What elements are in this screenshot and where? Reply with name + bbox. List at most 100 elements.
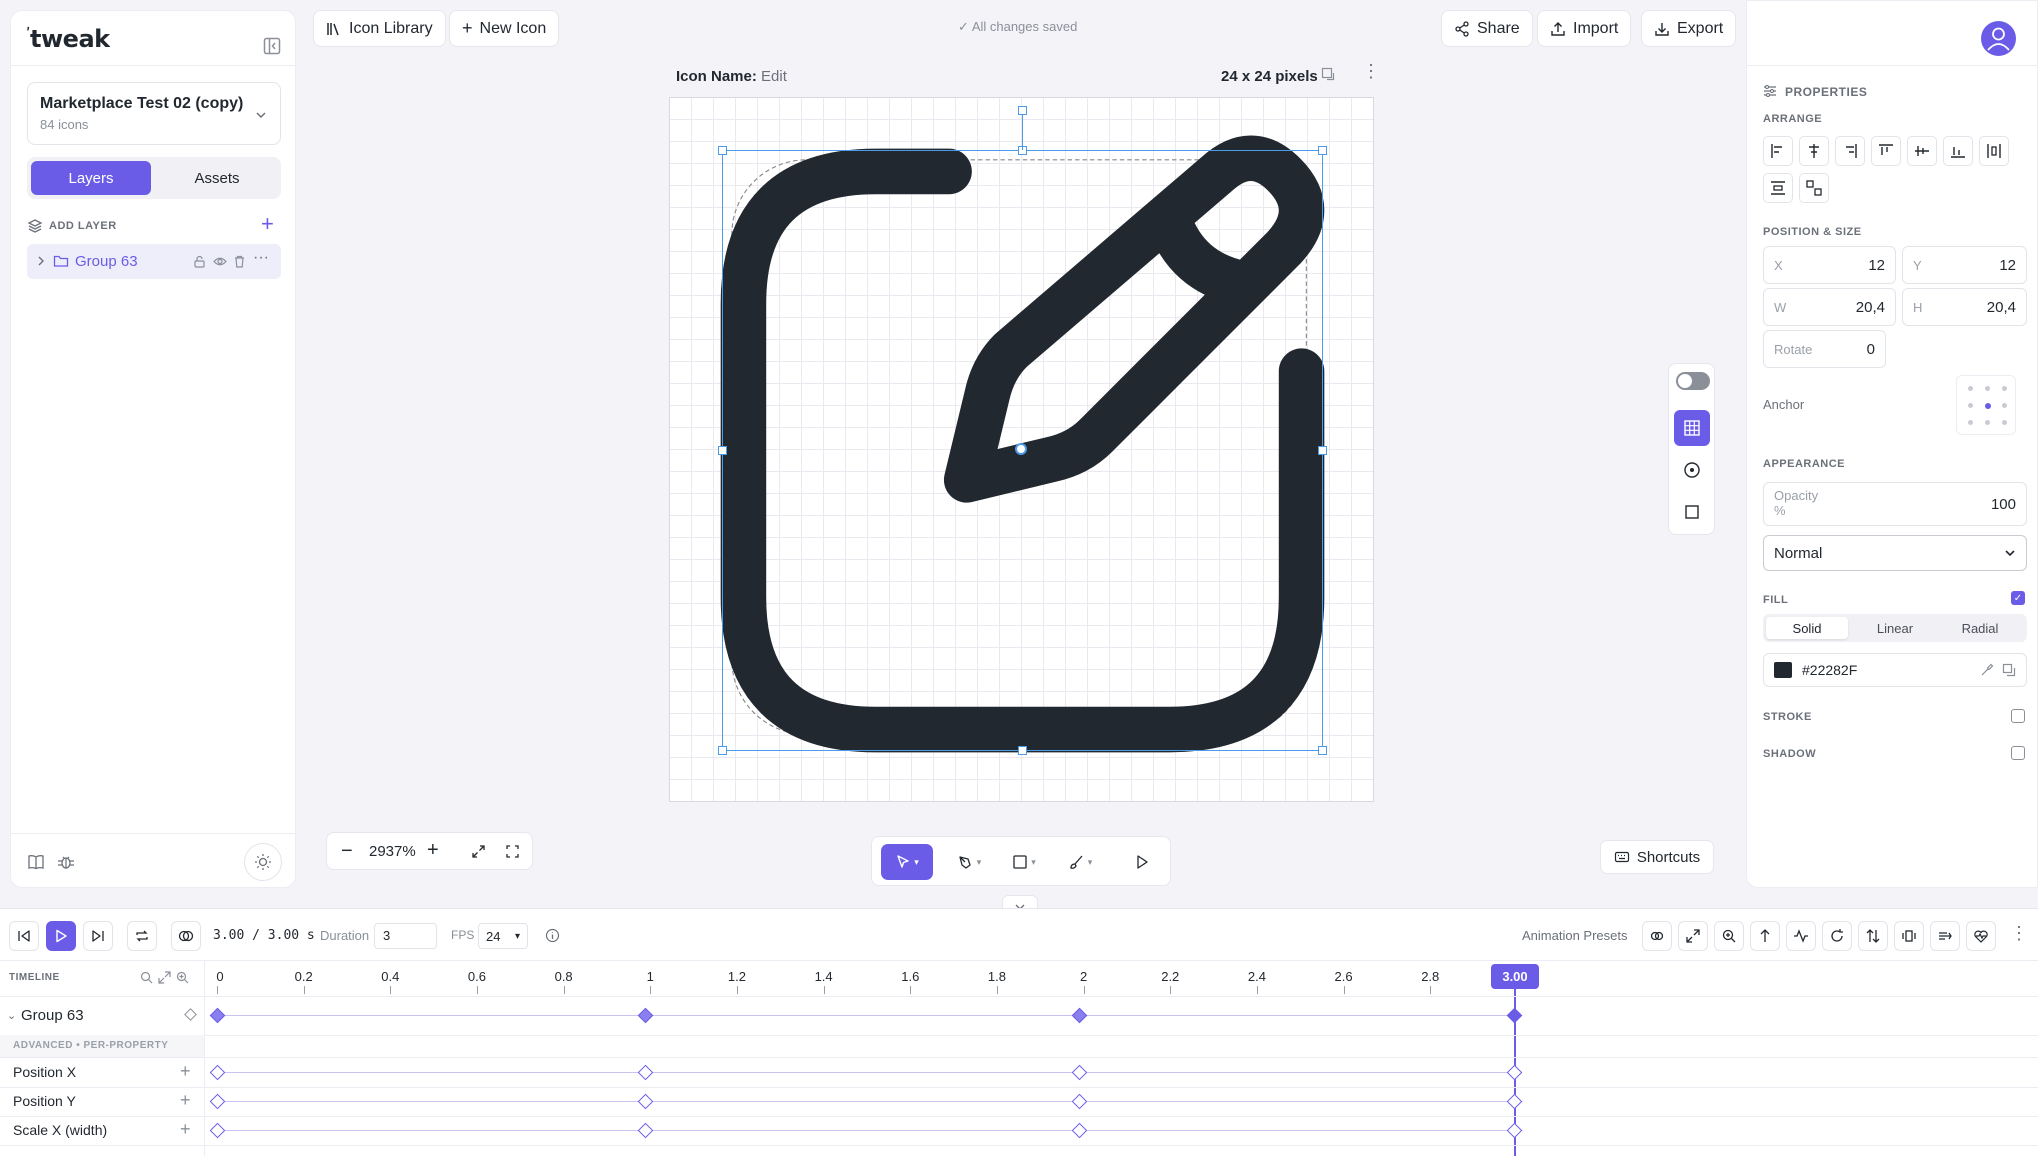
tab-layers[interactable]: Layers [31, 161, 151, 195]
anchor-point[interactable] [1015, 443, 1027, 455]
playhead-label[interactable]: 3.00 [1491, 964, 1539, 989]
icon-library-button[interactable]: Icon Library [313, 10, 446, 47]
x-value[interactable]: 12 [1868, 257, 1885, 274]
resize-handle[interactable] [1318, 146, 1327, 155]
trash-icon[interactable] [233, 255, 246, 268]
h-value[interactable]: 20,4 [1987, 299, 2016, 316]
align-left-button[interactable] [1763, 136, 1793, 166]
w-field[interactable]: W 20,4 [1763, 288, 1896, 326]
canvas-more-icon[interactable]: ⋮ [1362, 62, 1380, 80]
play-button[interactable] [46, 921, 76, 951]
property-row-label[interactable]: Scale X (width) [13, 1122, 107, 1138]
new-icon-button[interactable]: + New Icon [449, 10, 560, 47]
rotate-handle[interactable] [1018, 106, 1027, 115]
distribute-h-button[interactable] [1979, 136, 2009, 166]
book-icon[interactable] [27, 853, 45, 871]
property-row-label[interactable]: Position Y [13, 1093, 76, 1109]
tab-assets[interactable]: Assets [157, 161, 277, 195]
zoom-icon[interactable] [140, 971, 153, 984]
share-button[interactable]: Share [1441, 10, 1533, 47]
align-right-button[interactable] [1835, 136, 1865, 166]
fill-checkbox[interactable]: ✓ [2011, 591, 2025, 605]
rotate-value[interactable]: 0 [1867, 341, 1875, 358]
theme-toggle[interactable] [244, 843, 282, 881]
copy-color-icon[interactable] [2002, 663, 2016, 677]
blend-mode-select[interactable]: Normal [1763, 535, 2027, 571]
preset-motion-button[interactable] [1930, 921, 1960, 951]
fill-color-field[interactable]: #22282F [1763, 653, 2027, 687]
preset-rotate-button[interactable] [1822, 921, 1852, 951]
resize-handle[interactable] [1318, 446, 1327, 455]
info-icon[interactable] [545, 928, 560, 943]
import-button[interactable]: Import [1537, 10, 1632, 47]
preset-link-button[interactable] [1642, 921, 1672, 951]
shadow-checkbox[interactable] [2011, 746, 2025, 760]
user-avatar[interactable] [1981, 21, 2016, 56]
anchor-dot[interactable] [1968, 403, 1973, 408]
shape-tool[interactable]: ▾ [1002, 844, 1046, 880]
fill-tab-linear[interactable]: Linear [1854, 617, 1936, 639]
y-field[interactable]: Y 12 [1902, 246, 2027, 284]
grid-toggle[interactable] [1674, 410, 1710, 446]
eyedropper-icon[interactable] [1980, 663, 1994, 677]
toggle-switch[interactable] [1676, 372, 1710, 390]
anchor-dot[interactable] [1968, 420, 1973, 425]
shortcuts-button[interactable]: Shortcuts [1600, 840, 1714, 874]
loop-button[interactable] [127, 921, 157, 951]
zoom-value[interactable]: 2937% [369, 843, 416, 860]
resize-icon[interactable] [1321, 67, 1335, 81]
fill-hex-value[interactable]: #22282F [1802, 662, 1857, 678]
resize-handle[interactable] [1018, 746, 1027, 755]
distribute-v-button[interactable] [1763, 173, 1793, 203]
group-row-label[interactable]: Group 63 [21, 1007, 84, 1024]
resize-handle[interactable] [718, 146, 727, 155]
fps-select[interactable]: 24 ▾ [478, 923, 528, 949]
preset-wave-button[interactable] [1786, 921, 1816, 951]
eye-icon[interactable] [213, 255, 227, 268]
preset-up-button[interactable] [1750, 921, 1780, 951]
duration-input[interactable]: 3 [374, 923, 437, 949]
align-center-v-button[interactable] [1907, 136, 1937, 166]
export-button[interactable]: Export [1641, 10, 1737, 47]
preset-heart-button[interactable] [1966, 921, 1996, 951]
resize-handle[interactable] [718, 746, 727, 755]
onion-skin-button[interactable] [171, 921, 201, 951]
layer-row[interactable]: Group 63 ··· [27, 244, 281, 279]
align-bottom-button[interactable] [1943, 136, 1973, 166]
anchor-grid[interactable] [1956, 375, 2016, 435]
bug-icon[interactable] [57, 853, 75, 871]
anchor-dot-selected[interactable] [1985, 403, 1991, 409]
add-layer-button[interactable]: + [261, 213, 274, 235]
property-row-label[interactable]: Position X [13, 1064, 76, 1080]
fit-icon[interactable] [471, 844, 486, 859]
timeline-more-icon[interactable]: ⋮ [2010, 924, 2028, 942]
add-keyframe-button[interactable]: + [180, 1062, 191, 1080]
pen-tool[interactable]: ▾ [947, 844, 991, 880]
stroke-checkbox[interactable] [2011, 709, 2025, 723]
zoom-in-button[interactable]: + [427, 839, 439, 862]
resize-handle[interactable] [1318, 746, 1327, 755]
h-field[interactable]: H 20,4 [1902, 288, 2027, 326]
project-selector[interactable]: Marketplace Test 02 (copy) 84 icons [27, 82, 281, 145]
resize-handle[interactable] [718, 446, 727, 455]
chevron-right-icon[interactable] [35, 255, 47, 267]
zoom-in-icon[interactable] [176, 971, 189, 984]
more-icon[interactable]: ··· [253, 249, 269, 267]
y-value[interactable]: 12 [1999, 257, 2016, 274]
expand-icon[interactable] [158, 971, 171, 984]
anchor-dot[interactable] [1968, 386, 1973, 391]
play-preview-icon[interactable] [1134, 854, 1150, 870]
anchor-dot[interactable] [2002, 403, 2007, 408]
add-keyframe-button[interactable]: + [180, 1120, 191, 1138]
tidy-button[interactable] [1799, 173, 1829, 203]
group-collapse-icon[interactable]: ⌄ [7, 1009, 16, 1022]
x-field[interactable]: X 12 [1763, 246, 1896, 284]
preset-shake-button[interactable] [1894, 921, 1924, 951]
opacity-field[interactable]: Opacity % 100 [1763, 482, 2027, 526]
skip-back-button[interactable] [9, 921, 39, 951]
zoom-out-button[interactable]: − [341, 840, 353, 863]
lock-icon[interactable] [193, 255, 206, 268]
collapse-sidebar-icon[interactable] [263, 37, 281, 55]
preset-zoom-button[interactable] [1714, 921, 1744, 951]
fullscreen-icon[interactable] [505, 844, 520, 859]
